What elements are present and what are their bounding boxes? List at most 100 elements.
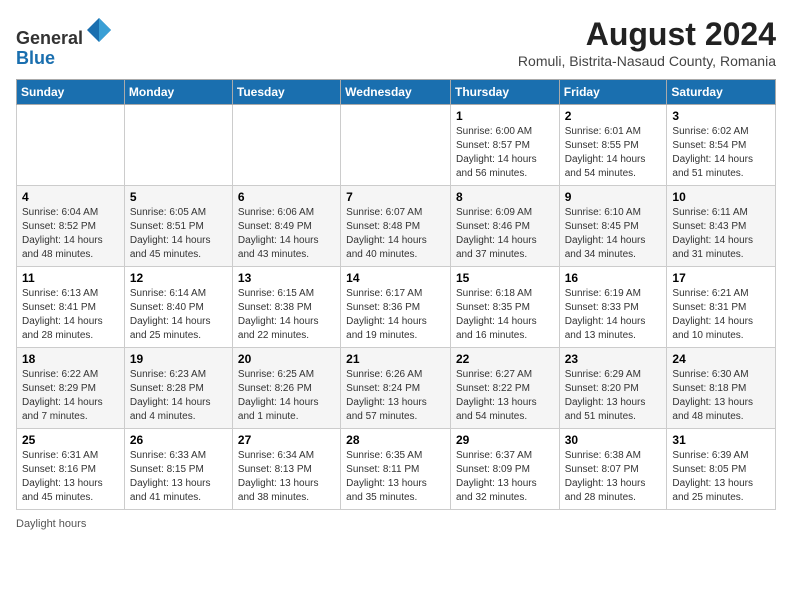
day-number: 4: [22, 190, 119, 204]
day-number: 23: [565, 352, 662, 366]
day-number: 20: [238, 352, 335, 366]
day-number: 14: [346, 271, 445, 285]
day-info: Sunrise: 6:23 AM Sunset: 8:28 PM Dayligh…: [130, 368, 227, 424]
calendar-cell: 9 Sunrise: 6:10 AM Sunset: 8:45 PM Daylig…: [559, 186, 667, 267]
calendar-cell: 26Sunrise: 6:33 AM Sunset: 8:15 PM Dayli…: [124, 429, 232, 510]
calendar-cell: 2 Sunrise: 6:01 AM Sunset: 8:55 PM Daylig…: [559, 105, 667, 186]
day-info: Sunrise: 6:02 AM Sunset: 8:54 PM Dayligh…: [672, 125, 770, 181]
day-number: 19: [130, 352, 227, 366]
day-info: Sunrise: 6:00 AM Sunset: 8:57 PM Dayligh…: [456, 125, 554, 181]
logo-text: General: [16, 16, 113, 49]
calendar-week-row: 25Sunrise: 6:31 AM Sunset: 8:16 PM Dayli…: [17, 429, 776, 510]
day-info: Sunrise: 6:01 AM Sunset: 8:55 PM Dayligh…: [565, 125, 662, 181]
day-number: 8: [456, 190, 554, 204]
day-info: Sunrise: 6:09 AM Sunset: 8:46 PM Dayligh…: [456, 206, 554, 262]
calendar-cell: 25Sunrise: 6:31 AM Sunset: 8:16 PM Dayli…: [17, 429, 125, 510]
calendar-cell: 19 Sunrise: 6:23 AM Sunset: 8:28 PM Dayli…: [124, 348, 232, 429]
day-number: 31: [672, 433, 770, 447]
day-number: 17: [672, 271, 770, 285]
calendar-cell: 20 Sunrise: 6:25 AM Sunset: 8:26 PM Dayli…: [232, 348, 340, 429]
day-number: 2: [565, 109, 662, 123]
day-info: Sunrise: 6:35 AM Sunset: 8:11 PM Dayligh…: [346, 449, 445, 505]
day-info: Sunrise: 6:22 AM Sunset: 8:29 PM Dayligh…: [22, 368, 119, 424]
day-number: 26: [130, 433, 227, 447]
day-number: 28: [346, 433, 445, 447]
calendar-cell: 7 Sunrise: 6:07 AM Sunset: 8:48 PM Daylig…: [341, 186, 451, 267]
calendar-day-header: Saturday: [667, 80, 776, 105]
day-info: Sunrise: 6:34 AM Sunset: 8:13 PM Dayligh…: [238, 449, 335, 505]
day-info: Sunrise: 6:06 AM Sunset: 8:49 PM Dayligh…: [238, 206, 335, 262]
page-header: General Blue August 2024 Romuli, Bistrit…: [16, 16, 776, 69]
month-year: August 2024: [518, 16, 776, 53]
day-info: Sunrise: 6:27 AM Sunset: 8:22 PM Dayligh…: [456, 368, 554, 424]
day-info: Sunrise: 6:18 AM Sunset: 8:35 PM Dayligh…: [456, 287, 554, 343]
day-number: 7: [346, 190, 445, 204]
day-number: 16: [565, 271, 662, 285]
day-number: 5: [130, 190, 227, 204]
day-info: Sunrise: 6:14 AM Sunset: 8:40 PM Dayligh…: [130, 287, 227, 343]
calendar-day-header: Sunday: [17, 80, 125, 105]
calendar-header-row: SundayMondayTuesdayWednesdayThursdayFrid…: [17, 80, 776, 105]
calendar-cell: [341, 105, 451, 186]
day-info: Sunrise: 6:05 AM Sunset: 8:51 PM Dayligh…: [130, 206, 227, 262]
calendar-day-header: Monday: [124, 80, 232, 105]
calendar-cell: 11 Sunrise: 6:13 AM Sunset: 8:41 PM Dayli…: [17, 267, 125, 348]
calendar-day-header: Wednesday: [341, 80, 451, 105]
day-number: 13: [238, 271, 335, 285]
day-number: 29: [456, 433, 554, 447]
day-info: Sunrise: 6:19 AM Sunset: 8:33 PM Dayligh…: [565, 287, 662, 343]
calendar-day-header: Friday: [559, 80, 667, 105]
day-number: 22: [456, 352, 554, 366]
calendar-cell: 8 Sunrise: 6:09 AM Sunset: 8:46 PM Daylig…: [450, 186, 559, 267]
location: Romuli, Bistrita-Nasaud County, Romania: [518, 53, 776, 69]
day-info: Sunrise: 6:26 AM Sunset: 8:24 PM Dayligh…: [346, 368, 445, 424]
calendar-day-header: Tuesday: [232, 80, 340, 105]
calendar-week-row: 11 Sunrise: 6:13 AM Sunset: 8:41 PM Dayli…: [17, 267, 776, 348]
day-number: 21: [346, 352, 445, 366]
day-number: 24: [672, 352, 770, 366]
calendar-cell: 31Sunrise: 6:39 AM Sunset: 8:05 PM Dayli…: [667, 429, 776, 510]
calendar-cell: 3Sunrise: 6:02 AM Sunset: 8:54 PM Daylig…: [667, 105, 776, 186]
calendar-cell: 23 Sunrise: 6:29 AM Sunset: 8:20 PM Dayli…: [559, 348, 667, 429]
day-info: Sunrise: 6:07 AM Sunset: 8:48 PM Dayligh…: [346, 206, 445, 262]
day-number: 9: [565, 190, 662, 204]
calendar-cell: 21 Sunrise: 6:26 AM Sunset: 8:24 PM Dayli…: [341, 348, 451, 429]
calendar-cell: 29Sunrise: 6:37 AM Sunset: 8:09 PM Dayli…: [450, 429, 559, 510]
day-info: Sunrise: 6:04 AM Sunset: 8:52 PM Dayligh…: [22, 206, 119, 262]
calendar-week-row: 18Sunrise: 6:22 AM Sunset: 8:29 PM Dayli…: [17, 348, 776, 429]
calendar-cell: 15 Sunrise: 6:18 AM Sunset: 8:35 PM Dayli…: [450, 267, 559, 348]
day-info: Sunrise: 6:11 AM Sunset: 8:43 PM Dayligh…: [672, 206, 770, 262]
calendar-cell: 28 Sunrise: 6:35 AM Sunset: 8:11 PM Dayli…: [341, 429, 451, 510]
calendar-cell: 14Sunrise: 6:17 AM Sunset: 8:36 PM Dayli…: [341, 267, 451, 348]
day-info: Sunrise: 6:38 AM Sunset: 8:07 PM Dayligh…: [565, 449, 662, 505]
footer-note: Daylight hours: [16, 518, 776, 530]
calendar-cell: 24 Sunrise: 6:30 AM Sunset: 8:18 PM Dayli…: [667, 348, 776, 429]
calendar-cell: 12Sunrise: 6:14 AM Sunset: 8:40 PM Dayli…: [124, 267, 232, 348]
calendar-week-row: 1 Sunrise: 6:00 AM Sunset: 8:57 PM Daylig…: [17, 105, 776, 186]
calendar-cell: 4 Sunrise: 6:04 AM Sunset: 8:52 PM Daylig…: [17, 186, 125, 267]
calendar-cell: 16 Sunrise: 6:19 AM Sunset: 8:33 PM Dayli…: [559, 267, 667, 348]
calendar-cell: [232, 105, 340, 186]
calendar-cell: [17, 105, 125, 186]
day-number: 27: [238, 433, 335, 447]
day-info: Sunrise: 6:13 AM Sunset: 8:41 PM Dayligh…: [22, 287, 119, 343]
calendar-cell: 22 Sunrise: 6:27 AM Sunset: 8:22 PM Dayli…: [450, 348, 559, 429]
day-number: 30: [565, 433, 662, 447]
day-number: 1: [456, 109, 554, 123]
calendar-table: SundayMondayTuesdayWednesdayThursdayFrid…: [16, 79, 776, 510]
calendar-cell: 18Sunrise: 6:22 AM Sunset: 8:29 PM Dayli…: [17, 348, 125, 429]
day-info: Sunrise: 6:29 AM Sunset: 8:20 PM Dayligh…: [565, 368, 662, 424]
day-info: Sunrise: 6:25 AM Sunset: 8:26 PM Dayligh…: [238, 368, 335, 424]
day-number: 6: [238, 190, 335, 204]
day-number: 15: [456, 271, 554, 285]
day-info: Sunrise: 6:10 AM Sunset: 8:45 PM Dayligh…: [565, 206, 662, 262]
calendar-week-row: 4 Sunrise: 6:04 AM Sunset: 8:52 PM Daylig…: [17, 186, 776, 267]
day-number: 11: [22, 271, 119, 285]
calendar-cell: [124, 105, 232, 186]
day-info: Sunrise: 6:30 AM Sunset: 8:18 PM Dayligh…: [672, 368, 770, 424]
logo-general: General: [16, 28, 83, 48]
calendar-cell: 5 Sunrise: 6:05 AM Sunset: 8:51 PM Daylig…: [124, 186, 232, 267]
calendar-cell: 30 Sunrise: 6:38 AM Sunset: 8:07 PM Dayli…: [559, 429, 667, 510]
day-info: Sunrise: 6:21 AM Sunset: 8:31 PM Dayligh…: [672, 287, 770, 343]
calendar-cell: 27 Sunrise: 6:34 AM Sunset: 8:13 PM Dayli…: [232, 429, 340, 510]
